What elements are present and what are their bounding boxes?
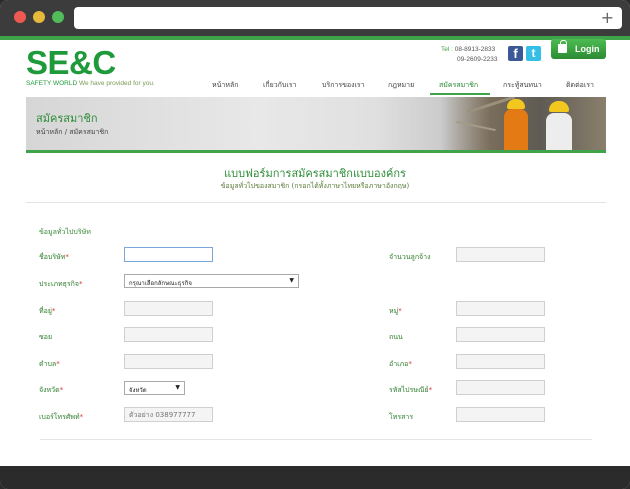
company-name-input[interactable]	[124, 247, 213, 262]
minimize-window-button[interactable]	[33, 11, 45, 23]
moo-label: หมู่*	[389, 307, 402, 315]
divider	[26, 202, 606, 203]
subdistrict-label: ตำบล*	[39, 360, 60, 368]
divider	[40, 439, 592, 440]
business-type-select[interactable]: กรุณาเลือกลักษณะธุรกิจ ▼	[124, 274, 299, 288]
soi-input[interactable]	[124, 327, 213, 342]
nav-forum[interactable]: กระทู้สนทนา	[503, 80, 542, 91]
facebook-icon[interactable]: f	[508, 46, 523, 61]
business-type-value: กรุณาเลือกลักษณะธุรกิจ	[129, 280, 192, 287]
postcode-label: รหัสไปรษณีย์*	[389, 386, 433, 394]
nav-home[interactable]: หน้าหลัก	[212, 80, 238, 91]
hard-hat-icon	[507, 99, 525, 109]
dropdown-arrow-icon: ▼	[175, 384, 180, 391]
phone-number-1: 08-8913-2833	[454, 46, 496, 53]
browser-toolbar: +	[0, 0, 630, 36]
company-name-label: ชื่อบริษัท*	[39, 253, 69, 261]
web-page: SE&C SAFETY WORLD We have provided for y…	[0, 36, 630, 466]
nav-register[interactable]: สมัครสมาชิก	[439, 80, 478, 91]
province-label: จังหวัด*	[39, 386, 64, 394]
nav-contact[interactable]: ติดต่อเรา	[566, 80, 594, 91]
phone-input[interactable]	[124, 407, 213, 422]
address-label: ที่อยู่*	[39, 307, 56, 315]
subdistrict-input[interactable]	[124, 354, 213, 369]
close-window-button[interactable]	[14, 11, 26, 23]
main-nav: หน้าหลัก เกี่ยวกับเรา บริการของเรา กฎหมา…	[0, 80, 630, 94]
district-label: อำเภอ*	[389, 360, 412, 368]
employee-count-label: จำนวนลูกจ้าง	[389, 253, 431, 261]
province-value: จังหวัด	[129, 387, 147, 394]
contact-phones: Tel : 08-8913-2833 09-2609-2233	[441, 45, 497, 65]
road-label: ถนน	[389, 333, 403, 341]
nav-law[interactable]: กฎหมาย	[388, 80, 414, 91]
nav-about[interactable]: เกี่ยวกับเรา	[263, 80, 296, 91]
browser-window: + SE&C SAFETY WORLD We have provided for…	[0, 0, 630, 489]
page-banner: สมัครสมาชิก หน้าหลัก / สมัครสมาชิก	[26, 97, 606, 150]
moo-input[interactable]	[456, 301, 545, 316]
banner-bottom-line	[26, 150, 606, 153]
phone-number-2: 09-2609-2233	[457, 56, 498, 63]
section-heading: ข้อมูลทั่วไปบริษัท	[39, 228, 91, 236]
address-bar[interactable]: +	[74, 7, 622, 29]
twitter-icon[interactable]: t	[526, 46, 541, 61]
breadcrumb: หน้าหลัก / สมัครสมาชิก	[36, 128, 109, 136]
business-type-label: ประเภทธุรกิจ*	[39, 280, 83, 288]
maximize-window-button[interactable]	[52, 11, 64, 23]
district-input[interactable]	[456, 354, 545, 369]
bottom-strip	[0, 466, 630, 489]
phone-label: เบอร์โทรศัพท์*	[39, 413, 84, 421]
dropdown-arrow-icon: ▼	[289, 277, 294, 284]
province-select[interactable]: จังหวัด ▼	[124, 381, 185, 395]
soi-label: ซอย	[39, 333, 53, 341]
new-tab-icon[interactable]: +	[601, 7, 614, 29]
postcode-input[interactable]	[456, 380, 545, 395]
site-logo[interactable]: SE&C	[26, 46, 116, 80]
form-title: แบบฟอร์มการสมัครสมาชิกแบบองค์กร	[224, 167, 406, 180]
hard-hat-icon	[549, 101, 569, 112]
worker-figure	[546, 113, 572, 150]
lock-icon	[558, 40, 567, 53]
active-nav-indicator	[430, 93, 490, 95]
form-subtitle: ข้อมูลทั่วไปของสมาชิก (กรอกได้ทั้งภาษาไท…	[220, 182, 410, 190]
fax-input[interactable]	[456, 407, 545, 422]
login-label: Login	[575, 44, 600, 54]
road-input[interactable]	[456, 327, 545, 342]
login-button[interactable]: Login	[551, 39, 606, 59]
employee-count-input[interactable]	[456, 247, 545, 262]
fax-label: โทรสาร	[389, 413, 414, 421]
worker-figure	[504, 109, 528, 150]
tel-label: Tel :	[441, 46, 453, 53]
nav-services[interactable]: บริการของเรา	[322, 80, 365, 91]
page-title: สมัครสมาชิก	[36, 112, 98, 125]
address-input[interactable]	[124, 301, 213, 316]
top-accent-line	[0, 36, 630, 40]
